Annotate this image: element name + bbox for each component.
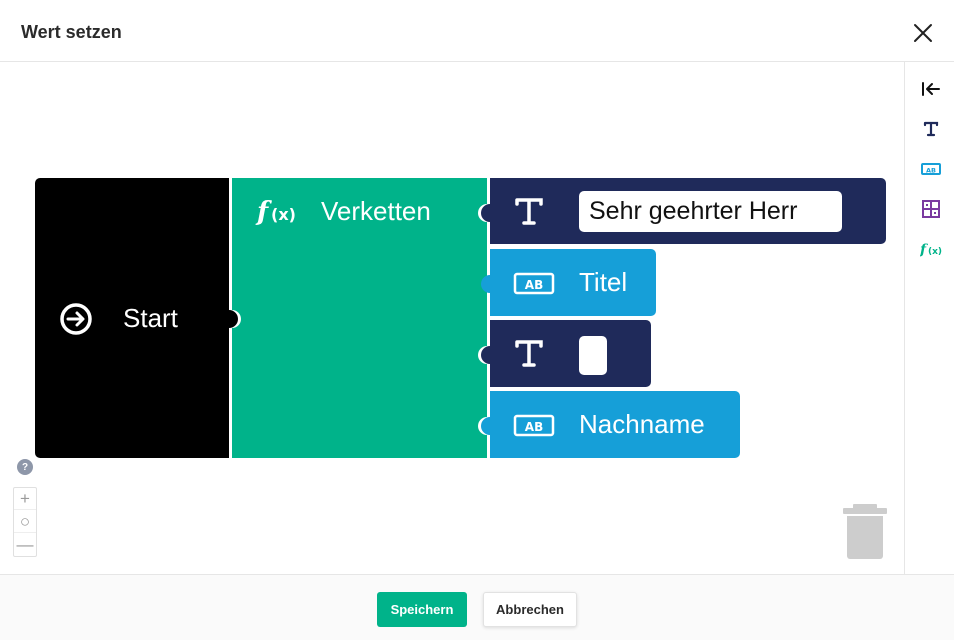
collapse-icon[interactable]	[920, 78, 942, 100]
concat-label: Verketten	[321, 196, 431, 226]
svg-text:AB: AB	[525, 278, 543, 292]
dialog-footer: Speichern Abbrechen	[0, 574, 954, 640]
field-block-titel[interactable]	[481, 249, 656, 316]
dialog-header: Wert setzen	[0, 0, 954, 62]
svg-text:(x): (x)	[271, 205, 296, 224]
function-icon[interactable]: f (x)	[920, 238, 942, 260]
zoom-in-button[interactable]: +	[14, 488, 36, 510]
block-workspace[interactable]: f (x) AB AB Start Verketten Sehr geehrte…	[0, 62, 904, 574]
svg-text:AB: AB	[525, 420, 543, 434]
start-label: Start	[123, 303, 178, 333]
zoom-controls: + ○ —	[13, 487, 37, 557]
empty-text-input-box[interactable]	[579, 336, 607, 375]
field-label-titel: Titel	[579, 267, 628, 297]
text-block-2[interactable]	[481, 320, 651, 387]
text-value-1: Sehr geehrter Herr	[589, 197, 798, 225]
save-button[interactable]: Speichern	[377, 592, 467, 627]
field-label-nachname: Nachname	[579, 409, 705, 439]
svg-text:AB: AB	[926, 167, 936, 175]
help-icon[interactable]: ?	[17, 459, 33, 475]
dialog-title: Wert setzen	[21, 22, 122, 42]
block-toolbox: AB f (x)	[904, 62, 954, 574]
field-icon[interactable]: AB	[920, 158, 942, 180]
trash-icon[interactable]	[842, 504, 888, 560]
cancel-button[interactable]: Abbrechen	[483, 592, 577, 627]
zoom-out-button[interactable]: —	[14, 534, 36, 556]
text-icon[interactable]	[920, 118, 942, 140]
grid-icon[interactable]	[920, 198, 942, 220]
zoom-reset-button[interactable]: ○	[14, 511, 36, 533]
svg-text:(x): (x)	[928, 247, 942, 257]
close-icon[interactable]	[910, 20, 936, 46]
